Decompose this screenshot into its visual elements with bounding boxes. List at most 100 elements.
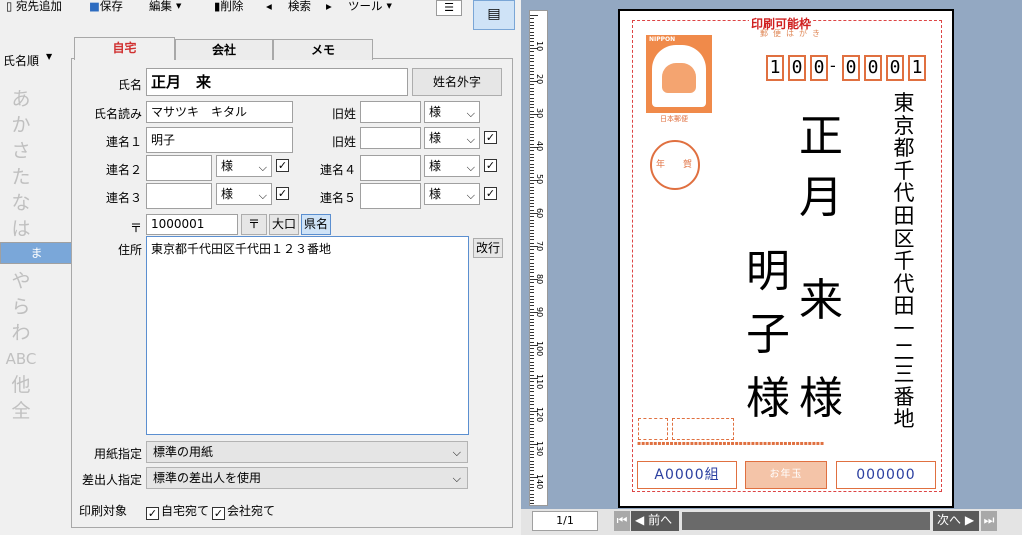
joint4-input[interactable] [360, 155, 421, 181]
ruler-tick [530, 417, 534, 419]
chevron-down-icon: ⌵ [452, 472, 461, 485]
ruler-tick [530, 232, 534, 234]
index-item-3[interactable]: た [0, 164, 74, 190]
joint1-honorific-select[interactable]: 様 ⌵ [424, 127, 480, 149]
honorific-select[interactable]: 様 ⌵ [424, 101, 480, 123]
ruler-tick [530, 21, 534, 23]
joint5-honorific-select[interactable]: 様 ⌵ [424, 183, 480, 205]
ruler-tick [530, 38, 534, 40]
joint3-honorific-select[interactable]: 様 ⌵ [216, 183, 272, 205]
ruler-tick [530, 440, 534, 442]
joint5-checkbox[interactable]: ✓ [484, 187, 497, 200]
print-company-checkbox[interactable]: ✓ 会社宛て [212, 502, 275, 520]
reading-label: 氏名読み [93, 107, 142, 121]
delete-button[interactable]: ▮削除 [214, 0, 243, 14]
index-item-6[interactable]: ま [0, 242, 73, 264]
joint5-input[interactable] [360, 183, 421, 209]
index-item-9[interactable]: わ [0, 320, 74, 346]
first-page-button[interactable]: ⏮ [614, 511, 630, 531]
list-view-button[interactable]: ☰ [436, 0, 462, 16]
preview-view-button[interactable]: ▤ [473, 0, 515, 30]
index-item-12[interactable]: 全 [0, 398, 74, 424]
large-office-button[interactable]: 大口 [269, 214, 299, 235]
old-surname-input[interactable] [360, 101, 421, 123]
ruler-tick [530, 127, 534, 129]
paper-select[interactable]: 標準の用紙 ⌵ [146, 441, 468, 463]
ruler-tick [530, 354, 534, 356]
ruler-tick [530, 140, 534, 142]
triangle-right-icon: ▶ [964, 513, 975, 527]
index-item-4[interactable]: な [0, 190, 74, 216]
ruler-tick [530, 401, 534, 403]
index-item-7[interactable]: や [0, 268, 74, 294]
print-target-label: 印刷対象 [79, 504, 128, 518]
joint1-old-surname-label: 旧姓 [331, 135, 356, 149]
tab-memo[interactable]: メモ [273, 39, 373, 60]
tab-home[interactable]: 自宅 [74, 37, 175, 60]
reading-input[interactable]: マサツキ キタル [146, 101, 293, 123]
ruler-label: 50 [535, 174, 544, 185]
index-item-0[interactable]: あ [0, 86, 74, 112]
joint2-input[interactable] [146, 155, 212, 181]
index-item-10[interactable]: ABC [0, 346, 74, 372]
ruler-tick [530, 434, 534, 436]
zip-input[interactable]: 1000001 [146, 214, 238, 235]
zip-lookup-button[interactable]: 〒 [241, 214, 267, 235]
ruler-tick [530, 331, 534, 333]
joint4-honorific-select[interactable]: 様 ⌵ [424, 155, 480, 177]
sort-order-dropdown[interactable]: 氏名順 [3, 52, 39, 69]
search-next-button[interactable]: ▸ [326, 0, 332, 14]
joint1-input[interactable]: 明子 [146, 127, 293, 153]
tools-menu[interactable]: ツール ▼ [348, 0, 392, 14]
sender-select[interactable]: 標準の差出人を使用 ⌵ [146, 467, 468, 489]
ruler-tick [530, 219, 534, 221]
joint2-honorific-select[interactable]: 様 ⌵ [216, 155, 272, 177]
search-prev-button[interactable]: ◂ [266, 0, 272, 14]
page-slider[interactable] [682, 512, 930, 530]
index-item-8[interactable]: ら [0, 294, 74, 320]
joint3-checkbox[interactable]: ✓ [276, 187, 289, 200]
joint2-checkbox[interactable]: ✓ [276, 159, 289, 172]
ruler-tick [530, 288, 534, 290]
ruler-tick [530, 295, 534, 297]
add-icon: ▯ [6, 0, 13, 13]
prev-page-button[interactable]: ◀ 前へ [631, 511, 679, 531]
barcode-box-2 [672, 418, 734, 440]
name-gaiji-button[interactable]: 姓名外字 [412, 68, 502, 96]
ruler-tick [530, 486, 534, 488]
last-page-button[interactable]: ⏭ [981, 511, 997, 531]
joint3-input[interactable] [146, 183, 212, 209]
prefecture-button[interactable]: 県名 [301, 214, 331, 235]
ruler-tick [530, 391, 534, 393]
joint3-label: 連名３ [105, 191, 142, 205]
joint4-label: 連名４ [319, 163, 356, 177]
joint-name-2: 子 [746, 309, 790, 360]
ruler-tick [530, 18, 534, 20]
joint1-checkbox[interactable]: ✓ [484, 131, 497, 144]
ruler-tick [530, 450, 534, 452]
name-label: 氏名 [117, 78, 142, 92]
ruler-label: 10 [535, 41, 544, 52]
ruler-tick [530, 424, 534, 426]
add-recipient-button[interactable]: ▯ 宛先追加 [6, 0, 62, 14]
joint4-checkbox[interactable]: ✓ [484, 159, 497, 172]
print-home-checkbox[interactable]: ✓ 自宅宛て [146, 502, 209, 520]
tab-company[interactable]: 会社 [175, 39, 273, 60]
name-input[interactable]: 正月 来 [146, 68, 408, 96]
index-item-5[interactable]: は [0, 216, 74, 242]
address-textarea[interactable]: 東京都千代田区千代田１２３番地 [146, 236, 469, 435]
caret-down-icon: ▼ [386, 2, 392, 10]
ruler-tick [530, 282, 534, 284]
index-item-11[interactable]: 他 [0, 372, 74, 398]
index-item-1[interactable]: か [0, 112, 74, 138]
toolbar: ▯ 宛先追加 ■保存 編集 ▼ ▮削除 ◂ 検索 ▸ ツール ▼ ☰ [0, 0, 520, 18]
index-item-2[interactable]: さ [0, 138, 74, 164]
next-page-button[interactable]: 次へ ▶ [933, 511, 979, 531]
joint1-old-surname-input[interactable] [360, 127, 421, 149]
save-button[interactable]: ■保存 [89, 0, 123, 14]
ruler-tick [530, 285, 534, 287]
newline-button[interactable]: 改行 [473, 238, 503, 258]
edit-menu[interactable]: 編集 ▼ [149, 0, 181, 14]
chevron-down-icon: ⌵ [466, 133, 475, 146]
search-button[interactable]: 検索 [288, 0, 311, 14]
